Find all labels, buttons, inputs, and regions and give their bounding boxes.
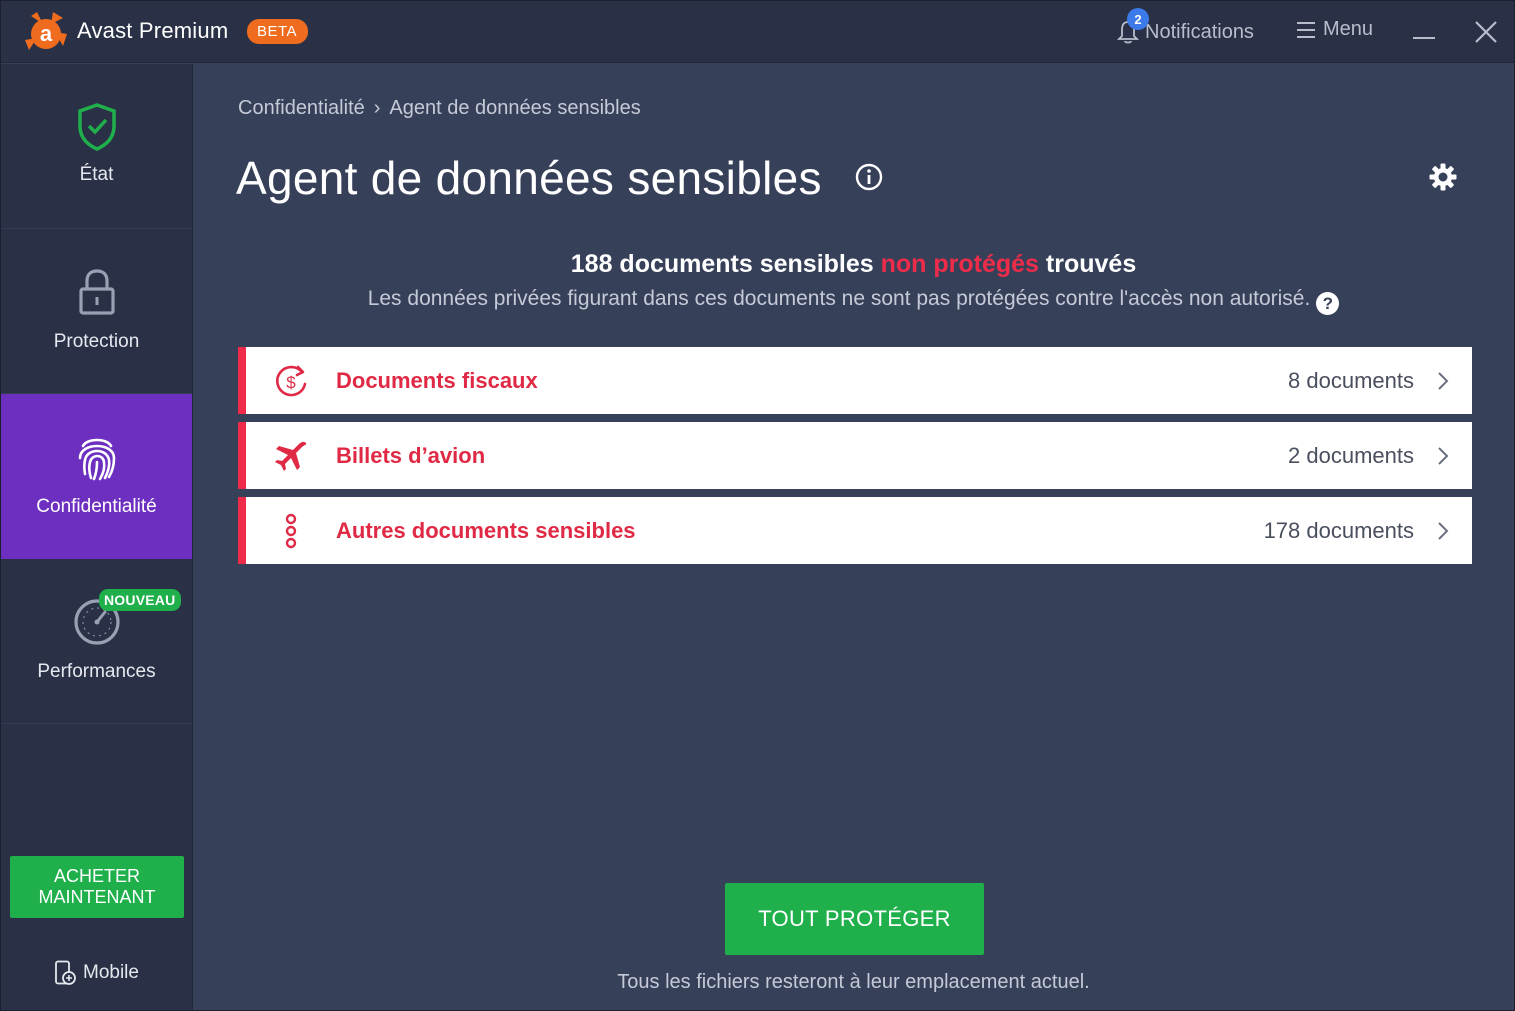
sidebar: État Protection Confidentialité NOUVEAU … bbox=[1, 64, 193, 1010]
app-window: a Avast Premium BETA Notifications 2 Men… bbox=[0, 0, 1515, 1011]
help-icon[interactable]: ? bbox=[1316, 292, 1340, 315]
menu-button[interactable]: Menu bbox=[1297, 18, 1373, 41]
breadcrumb-parent-link[interactable]: Confidentialité bbox=[238, 97, 365, 119]
minimize-button[interactable] bbox=[1413, 37, 1435, 39]
sidebar-item-etat[interactable]: État bbox=[1, 64, 192, 229]
app-title: Avast Premium bbox=[77, 18, 229, 43]
sidebar-item-performances[interactable]: NOUVEAU Performances bbox=[1, 559, 192, 724]
summary-count: 188 documents sensibles bbox=[570, 250, 874, 278]
sidebar-item-label: Performances bbox=[37, 661, 156, 682]
chevron-right-icon bbox=[1438, 372, 1449, 390]
sidebar-item-label: État bbox=[79, 164, 114, 185]
breadcrumb: Confidentialité › Agent de données sensibl… bbox=[238, 97, 641, 120]
dollar-refresh-icon: $ bbox=[276, 365, 307, 397]
mobile-label: Mobile bbox=[83, 962, 139, 983]
chevron-right-icon bbox=[1438, 447, 1449, 465]
category-count: 2 documents bbox=[1288, 442, 1414, 468]
breadcrumb-separator: › bbox=[373, 97, 381, 119]
category-title: Billets d’avion bbox=[336, 442, 486, 468]
buy-now-button[interactable]: ACHETER MAINTENANT bbox=[10, 856, 184, 918]
close-icon[interactable] bbox=[1473, 19, 1499, 45]
avast-logo-icon: a bbox=[25, 12, 67, 50]
category-title: Autres documents sensibles bbox=[336, 517, 636, 543]
category-title: Documents fiscaux bbox=[336, 367, 538, 393]
category-count: 8 documents bbox=[1288, 367, 1414, 393]
beta-badge: BETA bbox=[247, 19, 309, 44]
buy-now-label-line1: ACHETER bbox=[53, 866, 140, 886]
summary-description-text: Les données privées figurant dans ces do… bbox=[367, 287, 1311, 310]
mobile-device-icon bbox=[55, 960, 76, 985]
category-row-plane-tickets[interactable]: Billets d’avion 2 documents bbox=[238, 422, 1472, 489]
hamburger-icon bbox=[1297, 21, 1315, 38]
chevron-right-icon bbox=[1438, 522, 1449, 540]
airplane-icon bbox=[275, 441, 307, 471]
sidebar-item-confidentialite[interactable]: Confidentialité bbox=[1, 394, 192, 559]
notifications-label: Notifications bbox=[1145, 20, 1254, 43]
footnote: Tous les fichiers resteront à leur empla… bbox=[617, 971, 1090, 993]
summary-suffix: trouvés bbox=[1045, 250, 1137, 278]
sidebar-item-protection[interactable]: Protection bbox=[1, 229, 192, 394]
fingerprint-icon bbox=[78, 438, 115, 481]
protect-all-button[interactable]: TOUT PROTÉGER bbox=[725, 883, 984, 955]
lock-icon bbox=[78, 269, 115, 315]
menu-label: Menu bbox=[1323, 18, 1374, 40]
category-count: 178 documents bbox=[1263, 517, 1414, 543]
summary-description: Les données privées figurant dans ces do… bbox=[237, 287, 1470, 315]
dots-vertical-icon bbox=[285, 513, 297, 549]
summary-highlight: non protégés bbox=[880, 250, 1039, 278]
page-title: Agent de données sensibles bbox=[236, 152, 822, 204]
title-bar: a Avast Premium BETA Notifications 2 Men… bbox=[1, 1, 1514, 63]
category-row-other-sensitive[interactable]: Autres documents sensibles 178 documents bbox=[238, 497, 1472, 564]
info-icon[interactable] bbox=[854, 162, 884, 192]
shield-check-icon bbox=[77, 103, 116, 151]
notifications-count-badge: 2 bbox=[1127, 8, 1149, 30]
document-category-list: $ Documents fiscaux 8 documents Billets … bbox=[238, 347, 1472, 572]
summary-heading: 188 documents sensibles non protégés tro… bbox=[237, 250, 1470, 279]
gear-icon[interactable] bbox=[1428, 162, 1458, 192]
mobile-link[interactable]: Mobile bbox=[53, 960, 139, 986]
buy-now-label-line2: MAINTENANT bbox=[38, 887, 156, 907]
sidebar-item-label: Protection bbox=[53, 331, 140, 352]
svg-text:$: $ bbox=[286, 373, 296, 392]
category-row-tax-documents[interactable]: $ Documents fiscaux 8 documents bbox=[238, 347, 1472, 414]
new-badge: NOUVEAU bbox=[99, 589, 182, 611]
sidebar-item-label: Confidentialité bbox=[36, 496, 157, 517]
svg-text:a: a bbox=[40, 21, 53, 46]
breadcrumb-current: Agent de données sensibles bbox=[389, 97, 641, 119]
